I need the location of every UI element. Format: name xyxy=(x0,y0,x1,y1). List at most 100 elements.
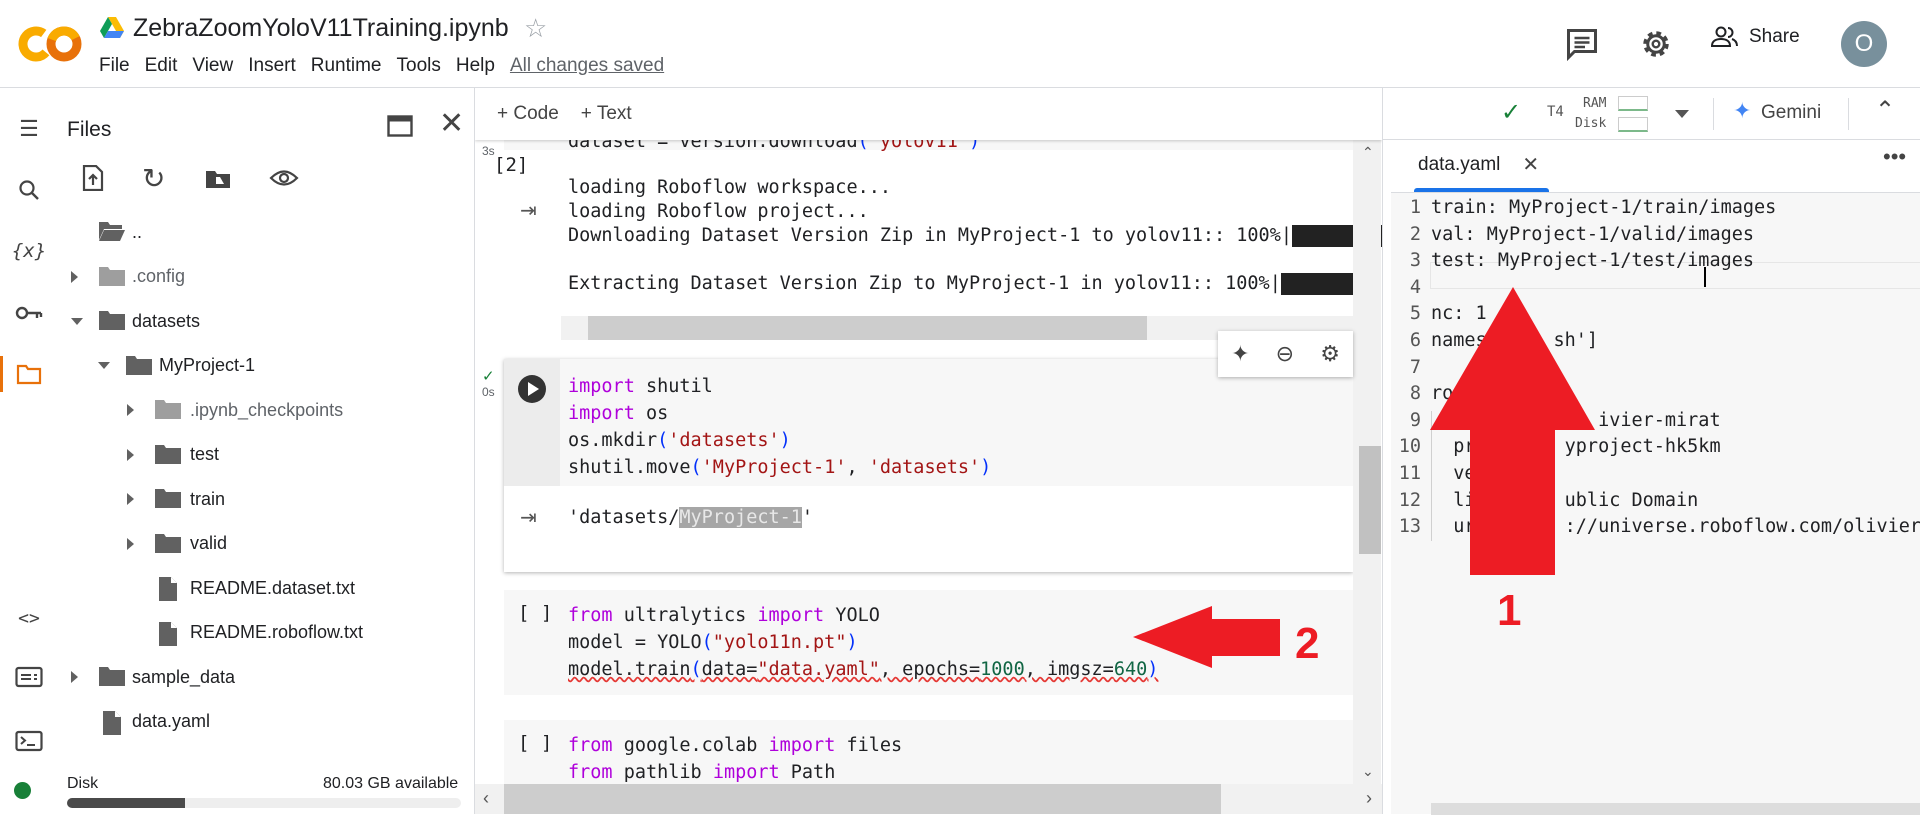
run-cell-button[interactable]: [ ] xyxy=(518,732,552,754)
avatar[interactable]: O xyxy=(1841,21,1887,67)
ram-label: RAM xyxy=(1583,96,1607,111)
menu-bar: File Edit View Insert Runtime Tools Help… xyxy=(99,55,679,77)
line-number: 10 xyxy=(1398,436,1421,458)
chevron-right-icon[interactable] xyxy=(71,671,78,683)
variables-icon[interactable]: {x} xyxy=(12,234,46,268)
search-icon[interactable] xyxy=(12,173,46,207)
cell-settings-gear-icon[interactable]: ⚙ xyxy=(1320,341,1340,367)
code-token: ultralytics xyxy=(612,605,758,626)
menu-tools[interactable]: Tools xyxy=(397,55,441,77)
refresh-icon[interactable]: ↻ xyxy=(142,162,165,195)
panel-tab-icon[interactable] xyxy=(387,115,413,137)
hscroll-thumb[interactable] xyxy=(504,784,1221,814)
add-code-button[interactable]: + Code xyxy=(497,103,559,125)
code-line: os.mkdir('datasets') xyxy=(568,427,991,454)
chevron-down-icon[interactable] xyxy=(71,317,83,325)
code-token: , imgsz= xyxy=(1024,659,1114,680)
google-drive-icon[interactable] xyxy=(100,17,124,39)
folder-icon[interactable] xyxy=(12,357,46,391)
scroll-up-icon[interactable]: ⌃ xyxy=(1362,144,1374,161)
code-cell[interactable]: import shutil import os os.mkdir('datasets… xyxy=(482,359,1353,572)
code-line: from ultralytics import YOLO xyxy=(568,602,1158,629)
file-tree-item[interactable]: test xyxy=(59,433,459,477)
scroll-thumb[interactable] xyxy=(1359,446,1381,554)
upload-icon[interactable] xyxy=(81,165,105,191)
save-status[interactable]: All changes saved xyxy=(510,55,664,77)
menu-runtime[interactable]: Runtime xyxy=(311,55,382,77)
gemini-sparkle-icon[interactable]: ✦ xyxy=(1231,341,1249,367)
run-cell-button[interactable]: [ ] xyxy=(518,602,552,624)
file-tree-item[interactable]: data.yaml xyxy=(59,700,459,744)
file-tree-item[interactable]: .ipynb_checkpoints xyxy=(59,388,459,432)
file-tree-item[interactable]: MyProject-1 xyxy=(59,344,459,388)
settings-gear-icon[interactable] xyxy=(1638,26,1674,62)
star-icon[interactable]: ☆ xyxy=(524,13,547,44)
scroll-left-icon[interactable]: ‹ xyxy=(483,788,489,809)
file-tree-item[interactable]: README.dataset.txt xyxy=(59,566,459,610)
mount-drive-icon[interactable] xyxy=(204,168,232,190)
output-toggle-icon[interactable]: ⇥ xyxy=(520,505,537,530)
menu-insert[interactable]: Insert xyxy=(248,55,296,77)
output-text: loading Roboflow project... xyxy=(568,201,869,222)
chevron-right-icon[interactable] xyxy=(127,493,134,505)
editor-tab[interactable]: data.yaml ✕ xyxy=(1418,152,1539,177)
code-editor[interactable]: from google.colab import files from pathl… xyxy=(568,732,902,786)
file-tree-item[interactable]: .config xyxy=(59,255,459,299)
editor-line: 12 li ublic Domain xyxy=(1391,488,1920,515)
output-hscroll-thumb[interactable] xyxy=(588,316,1147,340)
disk-label: Disk xyxy=(67,775,99,792)
command-palette-icon[interactable] xyxy=(12,660,46,694)
chevron-right-icon[interactable] xyxy=(71,270,78,283)
scroll-down-icon[interactable]: ⌄ xyxy=(1362,763,1374,780)
menu-view[interactable]: View xyxy=(192,55,233,77)
close-icon[interactable]: ✕ xyxy=(439,106,464,141)
runtime-dropdown-icon[interactable] xyxy=(1675,110,1689,118)
output-toggle-icon[interactable]: ⇥ xyxy=(520,198,537,223)
gemini-star-icon[interactable]: ✦ xyxy=(1733,98,1751,124)
code-line: from google.colab import files xyxy=(568,732,902,759)
editor-hscroll-thumb[interactable] xyxy=(1431,803,1920,815)
menu-file[interactable]: File xyxy=(99,55,130,77)
code-token: ( xyxy=(701,632,713,653)
colab-logo[interactable] xyxy=(18,22,84,66)
chevron-right-icon[interactable] xyxy=(127,404,134,416)
code-snippets-icon[interactable]: <> xyxy=(12,601,46,635)
run-cell-button[interactable] xyxy=(518,375,546,403)
file-tree-label: README.roboflow.txt xyxy=(190,622,364,642)
runtime-type[interactable]: T4 xyxy=(1547,104,1564,120)
chevron-right-icon[interactable] xyxy=(127,448,134,461)
key-icon[interactable] xyxy=(12,296,46,330)
link-icon[interactable]: ⊖ xyxy=(1276,341,1294,367)
close-tab-icon[interactable]: ✕ xyxy=(1522,152,1539,177)
menu-edit[interactable]: Edit xyxy=(145,55,178,77)
terminal-icon[interactable] xyxy=(12,724,46,758)
add-text-button[interactable]: + Text xyxy=(581,103,632,125)
connected-check-icon[interactable]: ✓ xyxy=(1501,98,1521,127)
chevron-right-icon[interactable] xyxy=(127,537,134,550)
code-editor[interactable]: from ultralytics import YOLO model = YOLO… xyxy=(568,602,1158,683)
show-hidden-eye-icon[interactable] xyxy=(269,168,299,188)
file-tree-item[interactable]: valid xyxy=(59,522,459,566)
notebook-title[interactable]: ZebraZoomYoloV11Training.ipynb xyxy=(133,14,509,43)
horizontal-scrollbar[interactable]: ‹ › xyxy=(475,784,1382,814)
chevron-down-icon[interactable] xyxy=(98,362,110,369)
file-tree-item[interactable]: .. xyxy=(59,210,459,254)
toc-icon[interactable]: ☰ xyxy=(12,112,46,146)
code-editor[interactable]: 1 train: MyProject-1/train/images 2 val: My… xyxy=(1391,192,1920,815)
comment-icon[interactable] xyxy=(1564,26,1600,62)
file-tree-item[interactable]: train xyxy=(59,477,459,521)
scroll-right-icon[interactable]: › xyxy=(1366,788,1372,809)
menu-help[interactable]: Help xyxy=(456,55,495,77)
file-tree-item[interactable]: datasets xyxy=(59,299,459,343)
file-tree-item[interactable]: sample_data xyxy=(59,655,459,699)
vertical-scrollbar[interactable]: ⌃ ⌄ xyxy=(1353,140,1381,784)
gemini-button[interactable]: Gemini xyxy=(1761,102,1821,124)
code-line: model.train(data="data.yaml", epochs=100… xyxy=(568,656,1158,683)
share-button[interactable]: Share xyxy=(1711,26,1800,48)
file-tree-item[interactable]: README.roboflow.txt xyxy=(59,611,459,655)
code-editor[interactable]: import shutil import os os.mkdir('datasets… xyxy=(568,373,991,481)
code-cell[interactable]: [ ] from ultralytics import YOLO model = Y… xyxy=(504,590,1353,695)
more-options-icon[interactable]: ••• xyxy=(1883,144,1906,170)
collapse-chevron-up-icon[interactable]: ⌃ xyxy=(1875,96,1895,125)
editor-line: 1 train: MyProject-1/train/images xyxy=(1391,195,1920,222)
